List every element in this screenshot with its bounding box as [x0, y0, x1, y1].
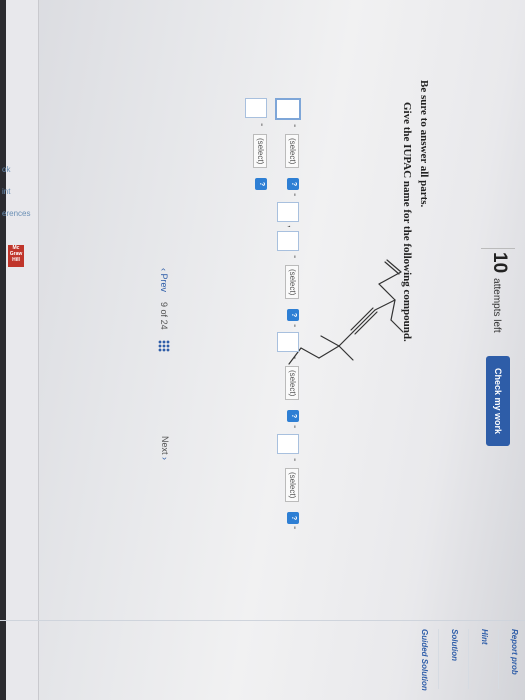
dash-4: - [289, 324, 300, 328]
select-4[interactable]: (select) [285, 468, 299, 503]
compound-structure [288, 259, 404, 365]
dash-3: - [289, 255, 300, 259]
help-icon-5[interactable]: ? [255, 178, 267, 190]
answer-locant-box-2[interactable] [277, 202, 299, 222]
dash-6: - [289, 425, 300, 429]
right-separator-3 [438, 629, 439, 689]
dash-8: - [289, 526, 300, 530]
instruction-text: Be sure to answer all parts. [418, 80, 430, 208]
bond-ethyl-1 [390, 299, 396, 321]
help-icon-4[interactable]: ? [287, 512, 299, 524]
select-1[interactable]: (select) [285, 134, 299, 169]
select-5[interactable]: (select) [253, 134, 267, 169]
help-icon-3[interactable]: ? [287, 410, 299, 422]
dash-1: - [289, 124, 300, 128]
answer-locant-box-3[interactable] [277, 231, 299, 251]
bond-alkyne-a [352, 309, 376, 333]
answer-locant-box-5[interactable] [277, 434, 299, 454]
next-button[interactable]: Next › [160, 436, 170, 460]
right-separator-1 [498, 629, 499, 689]
grid-icon[interactable] [158, 339, 170, 352]
select-2[interactable]: (select) [285, 265, 299, 300]
answer-locant-box-6[interactable] [245, 98, 267, 118]
dash-5: - [289, 356, 300, 360]
right-separator-2 [468, 629, 469, 689]
hint-button[interactable]: Hint [480, 629, 489, 695]
answer-row: - (select) ? - , - (select) ? - - (selec… [243, 98, 301, 568]
solution-button[interactable]: Solution [450, 629, 459, 695]
right-panel: Report prob Hint Solution Guided Solutio… [0, 620, 525, 700]
dash-2: - [289, 193, 300, 197]
attempts-indicator: 10 attempts left [488, 252, 510, 333]
help-icon-2[interactable]: ? [287, 309, 299, 321]
guided-solution-button[interactable]: Guided Solution [420, 629, 429, 695]
comma-1: , [286, 225, 297, 228]
select-3[interactable]: (select) [285, 366, 299, 401]
bond-chain-2 [378, 283, 396, 301]
bond-methyl-2 [338, 345, 354, 361]
attempts-count: 10 [489, 252, 510, 274]
prev-button[interactable]: ‹ Prev [159, 268, 169, 292]
bond-methyl-1 [320, 335, 340, 347]
answer-locant-box-4[interactable] [277, 332, 299, 352]
page-indicator: 9 of 24 [159, 302, 169, 330]
pagination: ‹ Prev 9 of 24 [158, 268, 170, 352]
answer-locant-box-1[interactable] [275, 98, 301, 120]
bond-ethyl-2 [390, 319, 404, 333]
check-my-work-button[interactable]: Check my work [486, 356, 510, 446]
dash-7: - [289, 458, 300, 462]
dash-9: - [256, 123, 267, 127]
help-icon-1[interactable]: ? [287, 178, 299, 190]
bond-chain-3 [374, 299, 396, 311]
bond-chain-5 [318, 345, 340, 359]
header-divider [481, 248, 515, 249]
bond-chain-6 [300, 347, 320, 359]
bond-chain-1 [378, 271, 402, 285]
report-problem-button[interactable]: Report prob [510, 629, 519, 695]
bond-chain-4 [338, 331, 354, 347]
attempts-label: attempts left [491, 278, 502, 333]
rotated-content: 10 attempts left Check my work Be sure t… [0, 0, 525, 700]
